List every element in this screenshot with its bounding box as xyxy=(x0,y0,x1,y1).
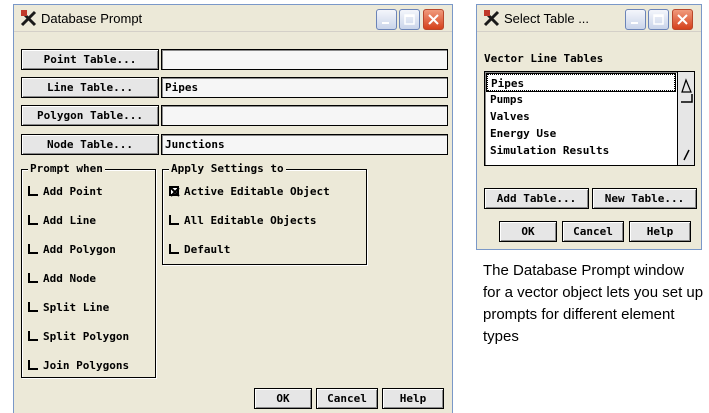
scroll-arrow-down-icon[interactable] xyxy=(678,148,695,162)
list-item[interactable]: Valves xyxy=(487,108,675,125)
figure-caption: The Database Prompt window for a vector … xyxy=(483,262,704,345)
join-polygons-label: Join Polygons xyxy=(43,359,130,372)
split-polygon-label: Split Polygon xyxy=(43,330,130,343)
help-button[interactable]: Help xyxy=(382,388,444,409)
checked-box-icon xyxy=(169,186,180,197)
close-icon xyxy=(677,14,688,25)
cancel-button[interactable]: Cancel xyxy=(562,221,624,242)
table-list[interactable]: Pipes Pumps Valves Energy Use Simulation… xyxy=(484,71,695,166)
close-button[interactable] xyxy=(672,9,693,30)
prompt-when-title: Prompt when xyxy=(28,162,105,176)
all-editable-objects-label: All Editable Objects xyxy=(184,214,317,227)
point-table-button[interactable]: Point Table... xyxy=(21,49,159,70)
add-point-toggle[interactable]: Add Point xyxy=(28,184,103,200)
maximize-icon xyxy=(653,14,664,25)
list-item[interactable]: Pumps xyxy=(487,91,675,108)
database-prompt-window: Database Prompt Point Table... Line Tabl… xyxy=(13,4,453,413)
add-polygon-label: Add Polygon xyxy=(43,243,116,256)
line-table-button[interactable]: Line Table... xyxy=(21,77,159,98)
polygon-table-button[interactable]: Polygon Table... xyxy=(21,105,159,126)
default-toggle[interactable]: Default xyxy=(169,242,230,258)
checkbox-icon xyxy=(28,273,38,283)
tnt-app-icon xyxy=(20,10,37,27)
maximize-button[interactable] xyxy=(399,9,420,30)
list-item[interactable]: Simulation Results xyxy=(487,142,675,159)
minimize-button[interactable] xyxy=(625,9,646,30)
new-table-button[interactable]: New Table... xyxy=(592,188,697,209)
maximize-button[interactable] xyxy=(648,9,669,30)
add-table-button[interactable]: Add Table... xyxy=(484,188,589,209)
tnt-app-icon xyxy=(483,10,500,27)
checkbox-icon xyxy=(28,186,38,196)
all-editable-objects-toggle[interactable]: All Editable Objects xyxy=(169,213,316,229)
active-editable-object-toggle[interactable]: Active Editable Object xyxy=(169,184,330,200)
checkbox-icon xyxy=(169,215,179,225)
node-table-field[interactable]: Junctions xyxy=(161,134,448,155)
minimize-icon xyxy=(382,22,389,24)
select-table-titlebar[interactable]: Select Table ... xyxy=(477,5,701,32)
checkbox-icon xyxy=(169,244,179,254)
vector-line-tables-label: Vector Line Tables xyxy=(484,52,604,65)
apply-settings-group: Apply Settings to Active Editable Object… xyxy=(162,162,367,265)
maximize-icon xyxy=(404,14,415,25)
split-line-label: Split Line xyxy=(43,301,110,314)
ok-button[interactable]: OK xyxy=(254,388,312,409)
cancel-button[interactable]: Cancel xyxy=(316,388,378,409)
default-label: Default xyxy=(184,243,231,256)
active-editable-object-label: Active Editable Object xyxy=(184,185,330,198)
checkbox-icon xyxy=(28,331,38,341)
help-button[interactable]: Help xyxy=(629,221,691,242)
split-polygon-toggle[interactable]: Split Polygon xyxy=(28,329,129,345)
list-item[interactable]: Pipes xyxy=(486,73,676,92)
node-table-button[interactable]: Node Table... xyxy=(21,134,159,155)
checkbox-icon xyxy=(28,302,38,312)
minimize-button[interactable] xyxy=(376,9,397,30)
add-line-label: Add Line xyxy=(43,214,96,227)
checkbox-icon xyxy=(28,215,38,225)
add-node-label: Add Node xyxy=(43,272,96,285)
list-scrollbar[interactable] xyxy=(677,72,694,165)
minimize-icon xyxy=(631,22,638,24)
select-table-window: Select Table ... Vector Line Tables Pipe… xyxy=(476,4,702,250)
list-item[interactable]: Energy Use xyxy=(487,125,675,142)
add-line-toggle[interactable]: Add Line xyxy=(28,213,96,229)
database-prompt-titlebar[interactable]: Database Prompt xyxy=(14,5,452,32)
checkbox-icon xyxy=(28,360,38,370)
close-button[interactable] xyxy=(423,9,444,30)
add-point-label: Add Point xyxy=(43,185,103,198)
line-table-field[interactable]: Pipes xyxy=(161,77,448,98)
split-line-toggle[interactable]: Split Line xyxy=(28,300,109,316)
polygon-table-field[interactable] xyxy=(161,105,448,126)
database-prompt-title: Database Prompt xyxy=(41,11,143,26)
point-table-field[interactable] xyxy=(161,49,448,70)
add-polygon-toggle[interactable]: Add Polygon xyxy=(28,242,116,258)
apply-settings-title: Apply Settings to xyxy=(169,162,286,176)
select-table-title: Select Table ... xyxy=(504,11,590,26)
close-icon xyxy=(428,14,439,25)
add-node-toggle[interactable]: Add Node xyxy=(28,271,96,287)
checkbox-icon xyxy=(28,244,38,254)
ok-button[interactable]: OK xyxy=(499,221,557,242)
scroll-arrow-up-icon[interactable] xyxy=(678,74,695,104)
join-polygons-toggle[interactable]: Join Polygons xyxy=(28,358,129,374)
prompt-when-group: Prompt when Add Point Add Line Add Polyg… xyxy=(21,162,156,378)
